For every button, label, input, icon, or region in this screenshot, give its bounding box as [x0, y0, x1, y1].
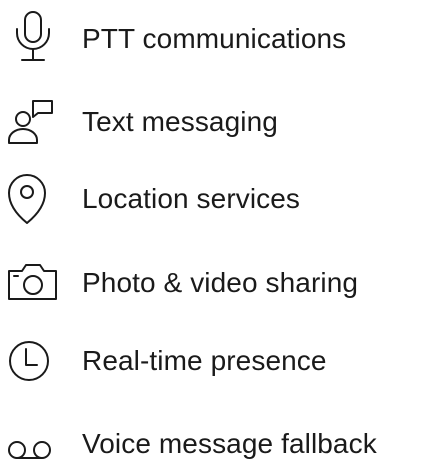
camera-icon [2, 253, 66, 313]
feature-item-voice-message-fallback: Voice message fallback [0, 414, 423, 474]
feature-label-voice-message-fallback: Voice message fallback [82, 428, 377, 459]
feature-item-photo-video-sharing: Photo & video sharing [0, 253, 423, 313]
location-pin-icon [2, 169, 66, 229]
voicemail-icon [2, 414, 66, 474]
feature-label-photo-video-sharing: Photo & video sharing [82, 267, 359, 298]
feature-label-ptt-communications: PTT communications [82, 23, 347, 54]
feature-label-text-messaging: Text messaging [82, 106, 278, 137]
feature-item-real-time-presence: Real-time presence [0, 331, 423, 391]
user-chat-icon [2, 92, 66, 152]
feature-label-real-time-presence: Real-time presence [82, 345, 327, 376]
feature-item-location-services: Location services [0, 169, 423, 229]
clock-icon [2, 331, 66, 391]
feature-item-ptt-communications: PTT communications [0, 9, 423, 69]
microphone-icon [2, 9, 66, 69]
feature-list: PTT communications Text messaging Locati… [0, 0, 423, 462]
feature-item-text-messaging: Text messaging [0, 92, 423, 152]
feature-label-location-services: Location services [82, 183, 301, 214]
